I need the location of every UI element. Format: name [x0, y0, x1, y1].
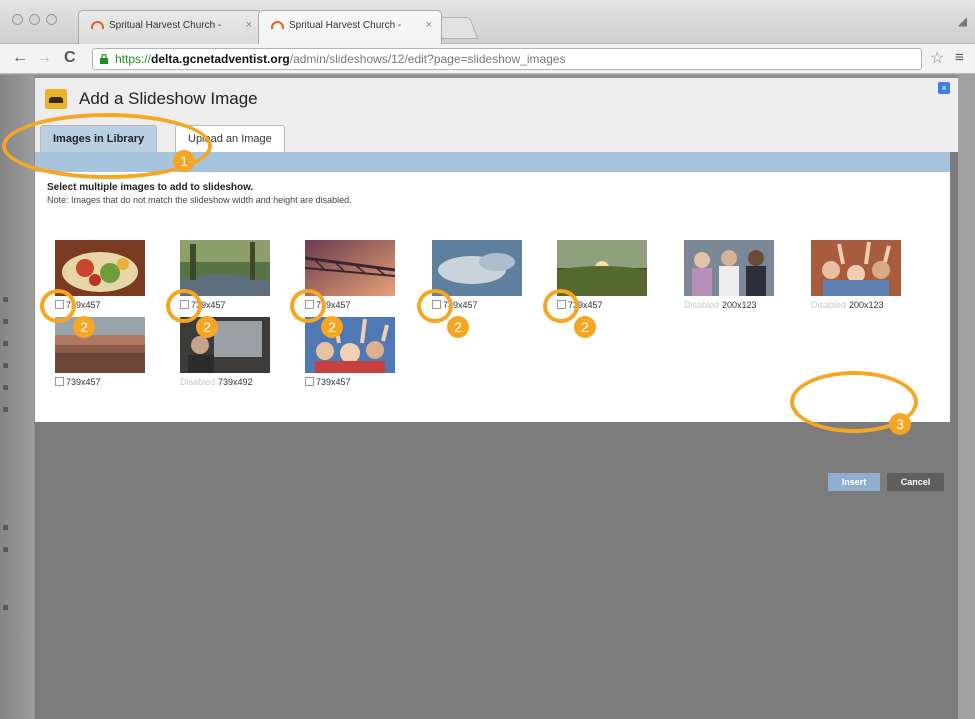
tab-close-icon[interactable]: × [426, 19, 432, 31]
callout-badge-3: 3 [889, 413, 911, 435]
disabled-label: Disabled [811, 300, 847, 310]
sidebar-arrow-icon [3, 297, 8, 302]
thumb-food-plate[interactable] [55, 240, 145, 296]
note-text: Note: Images that do not match the slide… [47, 195, 352, 205]
callout-badge-2: 2 [321, 316, 343, 338]
window-close-button[interactable] [12, 14, 23, 25]
thumb-field-sunrise[interactable] [557, 240, 647, 296]
app-logo-icon [45, 89, 67, 109]
image-select-row: Disabled 739x492 [180, 377, 253, 387]
reload-icon[interactable]: C [64, 49, 76, 67]
profile-icon[interactable]: ◢ [958, 14, 967, 28]
image-size: 739x492 [218, 377, 253, 387]
image-size: 739x457 [66, 377, 101, 387]
image-select-row: Disabled 200x123 [684, 300, 757, 310]
church-favicon-icon [91, 21, 104, 29]
image-select-row: Disabled 200x123 [811, 300, 884, 310]
url-host: delta.gcnetadventist.org [151, 52, 290, 66]
browser-titlebar: Spritual Harvest Church - × Spritual Har… [0, 0, 975, 44]
back-icon[interactable]: ← [12, 49, 28, 67]
tab-title: Spritual Harvest Church - [109, 20, 222, 31]
sidebar-arrow-icon [3, 407, 8, 412]
image-checkbox[interactable] [55, 377, 64, 386]
dimmed-right-edge [958, 75, 975, 719]
thumb-stadium-crowd[interactable] [55, 317, 145, 373]
sidebar-arrow-icon [3, 547, 8, 552]
dialog-title: Add a Slideshow Image [79, 89, 258, 108]
thumb-cloudy-sky[interactable] [432, 240, 522, 296]
insert-button[interactable]: Insert [828, 473, 880, 491]
callout-ring-checkbox [417, 289, 453, 323]
callout-badge-2: 2 [73, 316, 95, 338]
sidebar-arrow-icon [3, 341, 8, 346]
thumb-group-people [684, 240, 774, 296]
forward-icon[interactable]: → [36, 49, 52, 67]
bookmark-star-icon[interactable]: ☆ [930, 48, 944, 68]
url-protocol: https:// [115, 52, 152, 66]
callout-ring-checkbox [166, 289, 202, 323]
browser-toolbar: ← → C https://delta.gcnetadventist.org/a… [0, 44, 975, 74]
callout-badge-2: 2 [196, 316, 218, 338]
image-select-row: 739x457 [55, 377, 101, 387]
lock-icon [100, 54, 108, 64]
disabled-label: Disabled [180, 377, 216, 387]
menu-icon[interactable]: ≡ [955, 49, 964, 66]
callout-ring-checkbox [290, 289, 326, 323]
browser-tab-2[interactable]: Spritual Harvest Church - × [258, 10, 442, 44]
window-zoom-button[interactable] [46, 14, 57, 25]
image-select-row: 739x457 [305, 377, 351, 387]
cancel-button[interactable]: Cancel [887, 473, 944, 491]
callout-ring-checkbox [543, 289, 579, 323]
browser-tab-1[interactable]: Spritual Harvest Church - × [78, 10, 262, 44]
thumb-kids-hands [811, 240, 901, 296]
url-path: /admin/slideshows/12/edit?page=slideshow… [289, 52, 566, 66]
thumb-window-view [180, 317, 270, 373]
window-minimize-button[interactable] [29, 14, 40, 25]
tab-close-icon[interactable]: × [246, 19, 252, 31]
sidebar-arrow-icon [3, 363, 8, 368]
thumb-kids-raising-hands[interactable] [305, 317, 395, 373]
callout-badge-1: 1 [173, 150, 195, 172]
callout-badge-2: 2 [574, 316, 596, 338]
dialog-header: Add a Slideshow Image × [35, 78, 958, 120]
image-checkbox[interactable] [305, 377, 314, 386]
thumb-bridge-sunset[interactable] [305, 240, 395, 296]
image-size: 200x123 [849, 300, 884, 310]
image-size: 739x457 [316, 377, 351, 387]
dialog-close-icon[interactable]: × [938, 82, 950, 94]
image-size: 200x123 [722, 300, 757, 310]
thumb-stream-trees[interactable] [180, 240, 270, 296]
callout-ring-checkbox [40, 289, 76, 323]
callout-badge-2: 2 [447, 316, 469, 338]
tab-title: Spritual Harvest Church - [289, 20, 402, 31]
sidebar-arrow-icon [3, 385, 8, 390]
sidebar-arrow-icon [3, 319, 8, 324]
sidebar-arrow-icon [3, 605, 8, 610]
disabled-label: Disabled [684, 300, 720, 310]
address-bar[interactable]: https://delta.gcnetadventist.org/admin/s… [92, 48, 922, 70]
church-favicon-icon [271, 21, 284, 29]
dimmed-sidebar [0, 75, 34, 719]
sidebar-arrow-icon [3, 525, 8, 530]
instruction-text: Select multiple images to add to slidesh… [47, 182, 254, 193]
